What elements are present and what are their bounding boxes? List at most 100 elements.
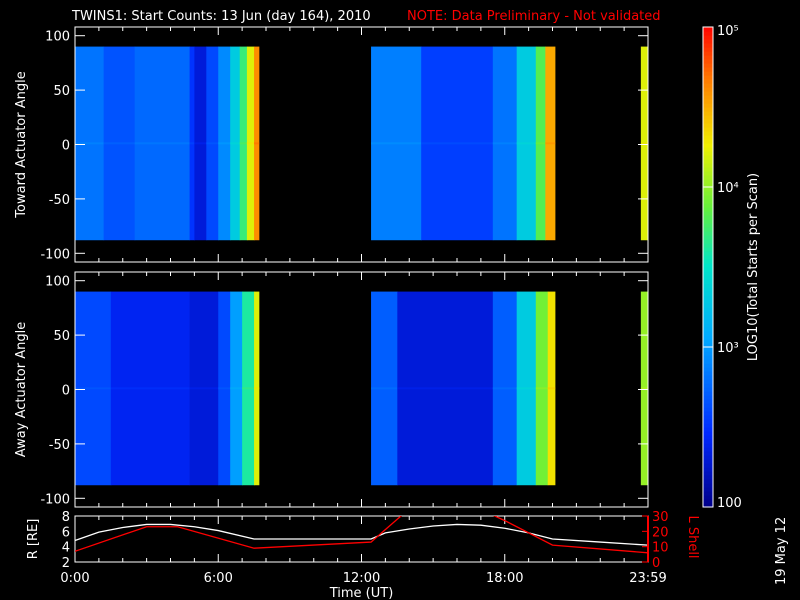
colorbar-segment <box>703 151 713 156</box>
colorbar-segment <box>703 63 713 68</box>
colorbar-segment <box>703 407 713 412</box>
colorbar-segment <box>703 263 713 268</box>
colorbar-segment <box>703 147 713 152</box>
colorbar-segment <box>703 135 713 140</box>
colorbar-segment <box>703 87 713 92</box>
heatmap-cell <box>242 387 255 390</box>
x-tick-label: 12:00 <box>343 571 380 586</box>
colorbar-segment <box>703 443 713 448</box>
colorbar-segment <box>703 143 713 148</box>
colorbar-tick-label: 10⁵ <box>717 24 739 39</box>
colorbar-segment <box>703 39 713 44</box>
colorbar-segment <box>703 215 713 220</box>
colorbar-tick-label: 10⁴ <box>717 181 739 196</box>
colorbar-segment <box>703 159 713 164</box>
heatmap-cell <box>134 142 191 145</box>
colorbar-segment <box>703 283 713 288</box>
r-axis-label: R [RE] <box>26 519 41 560</box>
colorbar-segment <box>703 195 713 200</box>
colorbar-segment <box>703 203 713 208</box>
heatmap-cell <box>230 387 243 390</box>
y-tick-label: 0 <box>62 384 70 399</box>
colorbar-segment <box>703 355 713 360</box>
x-axis-label: Time (UT) <box>329 586 394 600</box>
colorbar-segment <box>703 51 713 56</box>
colorbar-segment <box>703 247 713 252</box>
colorbar-segment <box>703 379 713 384</box>
colorbar-segment <box>703 171 713 176</box>
x-tick-label: 18:00 <box>486 571 523 586</box>
heatmap-cell <box>218 142 231 145</box>
colorbar-segment <box>703 303 713 308</box>
colorbar-segment <box>703 27 713 32</box>
colorbar-segment <box>703 267 713 272</box>
colorbar-segment <box>703 295 713 300</box>
colorbar-segment <box>703 251 713 256</box>
lshell-tick-label: 20 <box>652 525 669 540</box>
colorbar-segment <box>703 43 713 48</box>
colorbar-segment <box>703 47 713 52</box>
colorbar-segment <box>703 411 713 416</box>
colorbar-segment <box>703 187 713 192</box>
heatmap-cell <box>421 142 494 145</box>
colorbar-segment <box>703 99 713 104</box>
colorbar-segment <box>703 179 713 184</box>
y-tick-label: 50 <box>53 84 70 99</box>
heatmap-cell <box>371 142 422 145</box>
heatmap-cell <box>103 142 136 145</box>
colorbar-segment <box>703 399 713 404</box>
colorbar-segment <box>703 331 713 336</box>
colorbar-segment <box>703 75 713 80</box>
heatmap-cell <box>516 387 537 390</box>
colorbar-segment <box>703 483 713 488</box>
colorbar-segment <box>703 287 713 292</box>
y-tick-label: -50 <box>49 438 70 453</box>
colorbar-segment <box>703 55 713 60</box>
colorbar-segment <box>703 495 713 500</box>
colorbar-segment <box>703 487 713 492</box>
colorbar-segment <box>703 359 713 364</box>
colorbar-segment <box>703 491 713 496</box>
colorbar-segment <box>703 227 713 232</box>
colorbar-segment <box>703 403 713 408</box>
colorbar-segment <box>703 79 713 84</box>
r-tick-label: 2 <box>62 556 70 571</box>
colorbar-segment <box>703 111 713 116</box>
colorbar-segment <box>703 475 713 480</box>
heatmap-cell <box>189 142 195 145</box>
colorbar-segment <box>703 323 713 328</box>
colorbar-segment <box>703 191 713 196</box>
colorbar-segment <box>703 479 713 484</box>
twins-start-counts-plot: TWINS1: Start Counts: 13 Jun (day 164), … <box>14 9 789 600</box>
colorbar-segment <box>703 427 713 432</box>
colorbar-segment <box>703 435 713 440</box>
heatmap-cell <box>547 387 556 390</box>
colorbar-tick-label: 10³ <box>717 341 739 356</box>
y-tick-label: 100 <box>45 30 70 45</box>
colorbar-segment <box>703 83 713 88</box>
colorbar-segment <box>703 31 713 36</box>
colorbar-segment <box>703 95 713 100</box>
heatmap-cell <box>254 387 260 390</box>
colorbar-label: LOG10(Total Starts per Scan) <box>746 173 761 361</box>
heatmap-cell <box>246 142 255 145</box>
colorbar-segment <box>703 163 713 168</box>
colorbar-segment <box>703 431 713 436</box>
heatmap-cell <box>218 387 231 390</box>
heatmap-cell <box>194 142 207 145</box>
colorbar-segment <box>703 327 713 332</box>
colorbar-segment <box>703 259 713 264</box>
colorbar-tick-label: 100 <box>717 496 742 511</box>
colorbar-segment <box>703 235 713 240</box>
y-tick-label: 100 <box>45 275 70 290</box>
colorbar-segment <box>703 415 713 420</box>
colorbar-segment <box>703 319 713 324</box>
colorbar-segment <box>703 123 713 128</box>
x-tick-label: 6:00 <box>204 571 233 586</box>
colorbar-segment <box>703 271 713 276</box>
heatmap-cell <box>545 142 556 145</box>
colorbar-segment <box>703 127 713 132</box>
colorbar-segment <box>703 459 713 464</box>
y-tick-label: 50 <box>53 329 70 344</box>
colorbar-segment <box>703 347 713 352</box>
